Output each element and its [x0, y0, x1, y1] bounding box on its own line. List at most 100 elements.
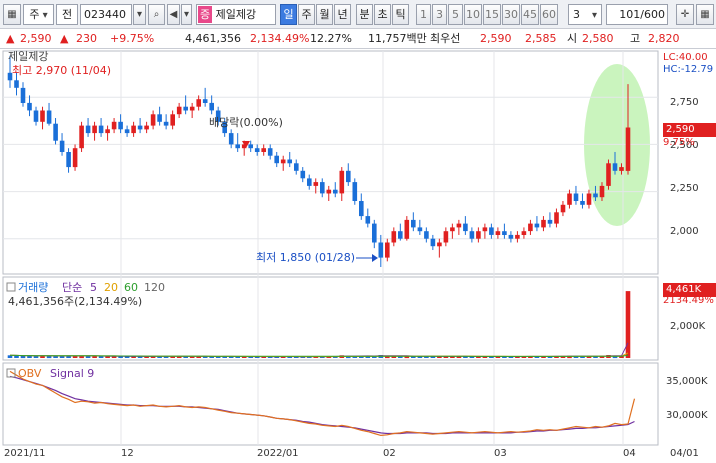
- interval-3[interactable]: 3: [432, 4, 447, 25]
- stock-code-input[interactable]: 023440: [80, 4, 132, 25]
- stock-name-field[interactable]: 증 제일제강: [196, 4, 276, 25]
- candle-body: [547, 219, 553, 224]
- candle-body: [554, 212, 559, 224]
- candle-body: [417, 227, 423, 232]
- candle-body: [489, 227, 494, 235]
- chart-menu-icon[interactable]: ▦: [3, 4, 21, 25]
- candle-body: [163, 121, 169, 126]
- candle-body: [541, 219, 546, 228]
- price-panel-frame: [2, 50, 659, 275]
- current-price-box: 2,590: [663, 123, 716, 137]
- x-label-2022-01: 2022/01: [257, 448, 299, 459]
- page-counter[interactable]: 101/600: [606, 4, 668, 25]
- candle-body: [625, 127, 631, 171]
- volume-ratio: 2,134.49%: [250, 32, 310, 45]
- ticker-arrow-icon: ▲: [6, 32, 15, 45]
- hc-label: HC:-12.79: [663, 64, 714, 75]
- page-counter-current: 101: [619, 8, 641, 21]
- period-minute[interactable]: 분: [356, 4, 373, 25]
- volume-legend-marker[interactable]: [6, 282, 16, 292]
- chevron-down-icon[interactable]: ▾: [181, 4, 192, 25]
- search-icon[interactable]: ⌕: [148, 4, 165, 25]
- candle-body: [131, 125, 136, 134]
- candle-body: [534, 223, 540, 228]
- grid-icon[interactable]: ▦: [696, 4, 714, 25]
- chart-canvas[interactable]: 제일제강 최고 2,970 (11/04) 배당락(0.00%) 최저 1,85…: [0, 49, 716, 463]
- period-day[interactable]: 일: [280, 4, 297, 25]
- price-panel-title: 제일제강: [8, 49, 48, 63]
- candle-body: [469, 231, 475, 239]
- period-week[interactable]: 주: [298, 4, 315, 25]
- period-month[interactable]: 월: [316, 4, 333, 25]
- current-change-label: 9.75%: [663, 137, 695, 148]
- candle-body: [59, 140, 65, 152]
- crosshair-icon[interactable]: ✛: [676, 4, 694, 25]
- candle-body: [274, 155, 279, 164]
- chevron-down-icon: ▾: [39, 10, 48, 21]
- candle-body: [144, 125, 149, 130]
- moving-average-lines: [10, 80, 628, 242]
- highlight-ellipse: [584, 64, 650, 226]
- volume-bar: [27, 355, 32, 358]
- trade-amount: 11,757백만: [368, 32, 427, 45]
- candle-body: [352, 182, 358, 201]
- candle-body: [320, 182, 325, 194]
- interval-1[interactable]: 1: [416, 4, 431, 25]
- candle-body: [580, 201, 585, 205]
- candle-body: [612, 163, 618, 171]
- high-price: 2,820: [648, 32, 680, 45]
- volume-ma5: 5: [90, 281, 97, 294]
- candle-body: [189, 106, 195, 111]
- chevron-down-icon: ▾: [592, 10, 598, 21]
- volume-bar: [59, 356, 65, 358]
- interval-15[interactable]: 15: [483, 4, 501, 25]
- interval-60[interactable]: 60: [540, 4, 558, 25]
- candle-body: [372, 223, 377, 243]
- grid-lines: [3, 51, 658, 445]
- volume-bar: [625, 291, 631, 358]
- price-axis-2750: 2,750: [670, 97, 699, 108]
- interval-45[interactable]: 45: [521, 4, 539, 25]
- ma-line-5: [10, 80, 628, 242]
- stock-tag-badge: 증: [198, 6, 213, 23]
- type-select[interactable]: 전: [56, 4, 78, 25]
- speaker-icon[interactable]: ◀: [167, 4, 180, 25]
- period-year[interactable]: 년: [334, 4, 351, 25]
- volume-bar: [424, 356, 429, 358]
- best-offer-label: 최우선: [430, 32, 461, 45]
- price-axis-2000: 2,000: [670, 226, 699, 237]
- chart-toolbar: ▦ 주 ▾ 전 023440 ▾ ⌕ ◀ ▾ 증 제일제강 일 주 월 년 분 …: [0, 0, 716, 29]
- quote-info-bar: ▲ 2,590 ▲ 230 +9.75% 4,461,356 2,134.49%…: [0, 29, 716, 49]
- low-arrow-icon: [372, 254, 378, 262]
- chart-area[interactable]: 제일제강 최고 2,970 (11/04) 배당락(0.00%) 최저 1,85…: [0, 49, 716, 463]
- candle-body: [586, 193, 592, 205]
- candle-body: [560, 204, 566, 213]
- stock-name: 제일제강: [215, 8, 257, 21]
- candle-body: [398, 231, 403, 239]
- obv-axis-30000k: 30,000K: [666, 410, 708, 421]
- current-volume-ratio: 2134.49%: [663, 295, 714, 306]
- low-note: 최저 1,850 (01/28): [256, 251, 355, 264]
- interval-5[interactable]: 5: [448, 4, 463, 25]
- chevron-down-icon[interactable]: ▾: [133, 4, 146, 25]
- candle-body: [98, 125, 104, 134]
- candle-body: [66, 152, 71, 168]
- price-change-pct: +9.75%: [110, 32, 155, 45]
- candle-body: [235, 144, 240, 149]
- interval-10[interactable]: 10: [464, 4, 482, 25]
- period-second[interactable]: 초: [374, 4, 391, 25]
- candle-body: [27, 102, 32, 111]
- candle-body: [85, 125, 91, 134]
- candle-body: [228, 133, 234, 145]
- interval-30[interactable]: 30: [502, 4, 520, 25]
- candle-body: [593, 193, 598, 198]
- candle-body: [508, 234, 514, 239]
- period-tick[interactable]: 틱: [392, 4, 409, 25]
- market-select[interactable]: 주 ▾: [23, 4, 54, 25]
- open-label: 시: [567, 32, 578, 45]
- volume-legend-title: 거래량: [18, 281, 48, 294]
- candle-body: [567, 193, 572, 205]
- interval-select[interactable]: 3 ▾: [568, 4, 602, 25]
- current-price: 2,590: [20, 32, 52, 45]
- obv-panel-frame: [2, 362, 659, 446]
